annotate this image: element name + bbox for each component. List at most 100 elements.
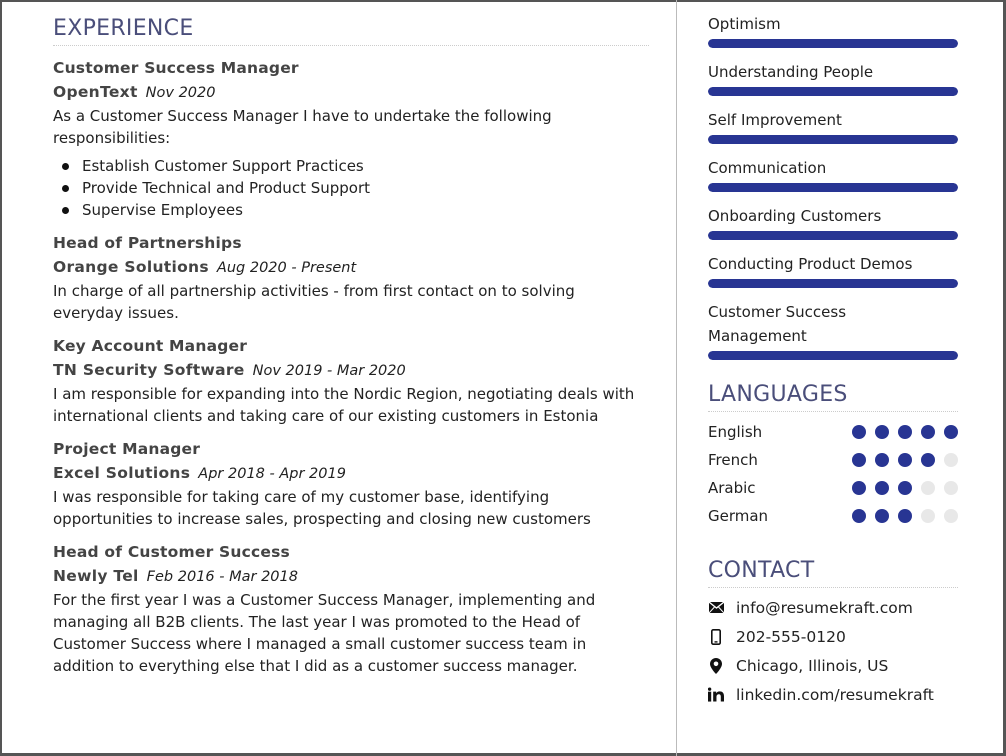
language-name: French — [708, 451, 758, 469]
experience-section: EXPERIENCE Customer Success Manager Open… — [53, 16, 649, 677]
experience-heading: EXPERIENCE — [53, 16, 194, 41]
contact-section: CONTACT info@resumekraft.com 202-555-012… — [708, 558, 958, 709]
linkedin-text[interactable]: linkedin.com/resumekraft — [736, 686, 934, 704]
company-name: Orange Solutions — [53, 258, 209, 276]
company-name: Excel Solutions — [53, 464, 191, 482]
skill-bar-fill — [708, 135, 958, 144]
rating-dot-filled — [921, 425, 935, 439]
linkedin-icon — [708, 687, 724, 703]
skill-item: Conducting Product Demos — [708, 252, 958, 288]
rating-dot-filled — [875, 481, 889, 495]
company-name: OpenText — [53, 83, 138, 101]
job-description: For the first year I was a Customer Succ… — [53, 591, 596, 675]
company-name: TN Security Software — [53, 361, 245, 379]
skill-bar-fill — [708, 87, 958, 96]
job-title: Head of Customer Success — [53, 543, 290, 561]
rating-dot-filled — [898, 425, 912, 439]
phone-text[interactable]: 202-555-0120 — [736, 628, 846, 646]
contact-location: Chicago, Illinois, US — [708, 651, 958, 680]
contact-email[interactable]: info@resumekraft.com — [708, 593, 958, 622]
skill-item: Optimism — [708, 12, 958, 48]
rating-dot-filled — [852, 481, 866, 495]
contact-linkedin[interactable]: linkedin.com/resumekraft — [708, 680, 958, 709]
company-line: Orange Solutions Aug 2020 - Present — [53, 255, 649, 280]
skill-bar — [708, 87, 958, 96]
skill-name: Optimism — [708, 15, 781, 33]
rating-dot-empty — [944, 453, 958, 467]
skill-name: Understanding People — [708, 63, 874, 81]
skill-name: Customer Success Management — [708, 303, 847, 345]
skill-bar — [708, 231, 958, 240]
list-item: Establish Customer Support Practices — [53, 155, 649, 177]
rating-dot-filled — [875, 509, 889, 523]
language-name: Arabic — [708, 479, 756, 497]
rating-dot-empty — [921, 509, 935, 523]
skill-item: Customer Success Management — [708, 300, 958, 360]
rating-dot-empty — [944, 509, 958, 523]
map-pin-icon — [708, 657, 724, 674]
rating-dot-filled — [875, 425, 889, 439]
skill-name: Onboarding Customers — [708, 207, 882, 225]
job-title: Customer Success Manager — [53, 59, 299, 77]
language-rating — [852, 425, 958, 439]
language-rating — [852, 453, 958, 467]
rating-dot-filled — [898, 453, 912, 467]
job-description: In charge of all partnership activities … — [53, 282, 575, 322]
language-row: German — [708, 502, 958, 530]
job-title: Key Account Manager — [53, 337, 248, 355]
language-name: German — [708, 507, 769, 525]
email-text[interactable]: info@resumekraft.com — [736, 599, 913, 617]
skill-bar — [708, 135, 958, 144]
section-rule — [708, 587, 958, 588]
job-title: Head of Partnerships — [53, 234, 242, 252]
skill-item: Onboarding Customers — [708, 204, 958, 240]
column-divider — [676, 0, 677, 756]
skill-bar-fill — [708, 279, 958, 288]
language-row: English — [708, 418, 958, 446]
rating-dot-empty — [944, 481, 958, 495]
skill-bar-fill — [708, 351, 958, 360]
language-name: English — [708, 423, 763, 441]
job-dates: Nov 2020 — [145, 85, 216, 101]
rating-dot-filled — [875, 453, 889, 467]
job-entry: Head of Partnerships Orange Solutions Aug… — [53, 231, 649, 324]
language-row: French — [708, 446, 958, 474]
skill-item: Communication — [708, 156, 958, 192]
list-item: Supervise Employees — [53, 199, 649, 221]
rating-dot-filled — [852, 509, 866, 523]
company-line: TN Security Software Nov 2019 - Mar 2020 — [53, 358, 649, 383]
skill-name: Communication — [708, 159, 827, 177]
skill-item: Self Improvement — [708, 108, 958, 144]
contact-phone[interactable]: 202-555-0120 — [708, 622, 958, 651]
section-rule — [708, 411, 958, 412]
skill-name: Self Improvement — [708, 111, 842, 129]
job-entry: Project Manager Excel Solutions Apr 2018 … — [53, 437, 649, 530]
job-dates: Aug 2020 - Present — [216, 260, 357, 276]
job-description: I was responsible for taking care of my … — [53, 488, 591, 528]
envelope-icon — [708, 600, 724, 616]
rating-dot-filled — [944, 425, 958, 439]
skill-bar-fill — [708, 183, 958, 192]
company-line: Newly Tel Feb 2016 - Mar 2018 — [53, 564, 649, 589]
sidebar: Optimism Understanding People Self Impro… — [708, 12, 958, 709]
company-line: OpenText Nov 2020 — [53, 80, 649, 105]
mobile-phone-icon — [708, 628, 724, 645]
skill-bar — [708, 183, 958, 192]
company-line: Excel Solutions Apr 2018 - Apr 2019 — [53, 461, 649, 486]
rating-dot-filled — [898, 481, 912, 495]
job-description: I am responsible for expanding into the … — [53, 385, 635, 425]
skill-bar — [708, 279, 958, 288]
language-rating — [852, 481, 958, 495]
responsibility-list: Establish Customer Support Practices Pro… — [53, 155, 649, 221]
skills-list: Optimism Understanding People Self Impro… — [708, 12, 958, 360]
language-row: Arabic — [708, 474, 958, 502]
list-item: Provide Technical and Product Support — [53, 177, 649, 199]
languages-section: LANGUAGES English French Arabic German — [708, 382, 958, 530]
rating-dot-filled — [852, 425, 866, 439]
contact-heading: CONTACT — [708, 558, 815, 583]
rating-dot-filled — [898, 509, 912, 523]
job-dates: Nov 2019 - Mar 2020 — [252, 363, 406, 379]
rating-dot-empty — [921, 481, 935, 495]
section-rule — [53, 45, 649, 46]
job-entry: Key Account Manager TN Security Software… — [53, 334, 649, 427]
